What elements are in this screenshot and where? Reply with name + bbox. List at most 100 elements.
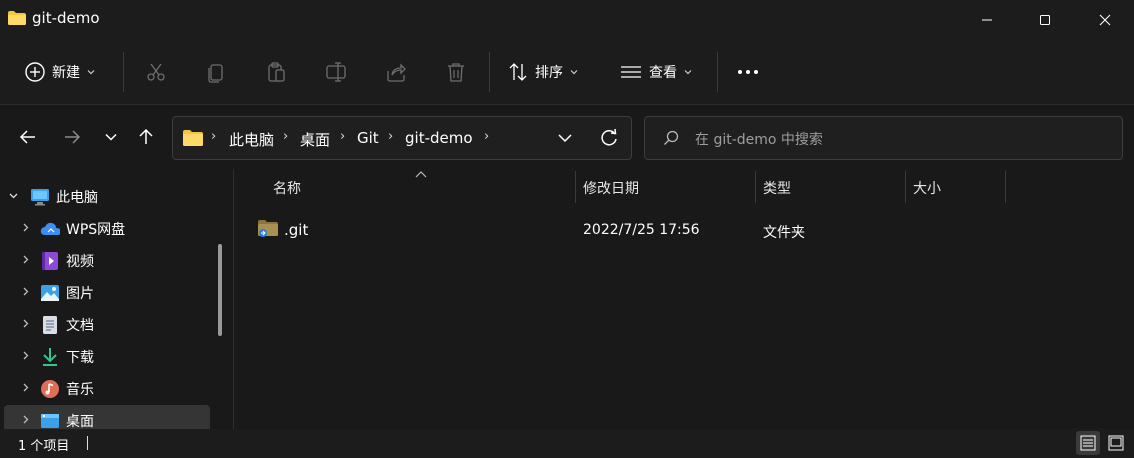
delete-button[interactable] (444, 60, 468, 84)
search-icon (664, 130, 679, 145)
share-button[interactable] (384, 60, 408, 84)
nav-item-videos[interactable]: 视频 (0, 245, 210, 277)
folder-icon (183, 130, 203, 146)
chevron-right-icon[interactable] (20, 318, 32, 332)
cloud-icon (40, 219, 60, 239)
forward-button[interactable] (60, 125, 84, 149)
nav-item-music[interactable]: 音乐 (0, 373, 210, 405)
details-view-icon (1080, 435, 1096, 451)
sort-label: 排序 (535, 65, 563, 81)
refresh-icon[interactable] (599, 128, 619, 148)
breadcrumb-separator: › (388, 129, 394, 144)
view-label: 查看 (649, 65, 677, 81)
column-header-name[interactable]: 名称 (273, 178, 301, 198)
breadcrumb-desktop[interactable]: 桌面 (300, 129, 330, 150)
nav-label: 文档 (66, 318, 94, 334)
pictures-icon (40, 283, 60, 303)
chevron-right-icon[interactable] (20, 350, 32, 364)
status-bar (0, 429, 1134, 458)
chevron-right-icon[interactable] (20, 222, 32, 236)
nav-label: 图片 (66, 286, 94, 302)
item-count: 1 个项目 (18, 439, 70, 454)
file-modified: 2022/7/25 17:56 (583, 222, 700, 238)
arrow-up-icon (139, 128, 153, 144)
expand-chevron-icon[interactable] (8, 190, 20, 204)
nav-label: 下载 (66, 350, 94, 366)
scissors-icon (147, 63, 165, 81)
breadcrumb-separator: › (340, 129, 346, 144)
large-icons-view-button[interactable] (1104, 431, 1128, 455)
column-header-size[interactable]: 大小 (913, 178, 941, 198)
toolbar-divider (489, 52, 490, 92)
hidden-folder-icon (258, 220, 278, 237)
rename-button[interactable] (324, 60, 348, 84)
toolbar-divider (717, 52, 718, 92)
trash-icon (448, 63, 464, 82)
pane-divider[interactable] (233, 169, 234, 429)
column-header-type[interactable]: 类型 (763, 178, 791, 198)
paste-icon (268, 62, 285, 82)
chevron-right-icon[interactable] (20, 414, 32, 428)
toolbar-divider (123, 52, 124, 92)
add-circle-icon (25, 62, 45, 82)
new-label: 新建 (52, 65, 80, 81)
cut-button[interactable] (144, 60, 168, 84)
breadcrumb-separator: › (211, 129, 217, 144)
column-separator[interactable] (1005, 171, 1006, 203)
music-icon (40, 379, 60, 399)
documents-icon (40, 315, 60, 335)
close-button[interactable] (1082, 0, 1128, 40)
chevron-right-icon[interactable] (20, 286, 32, 300)
column-header-modified[interactable]: 修改日期 (583, 178, 639, 198)
paste-button[interactable] (264, 60, 288, 84)
chevron-down-icon (570, 70, 578, 75)
copy-icon (208, 64, 223, 83)
chevron-down-icon[interactable] (557, 131, 573, 145)
breadcrumb-separator: › (283, 129, 289, 144)
chevron-right-icon[interactable] (20, 382, 32, 396)
nav-scrollbar[interactable] (218, 244, 222, 336)
minimize-icon (982, 19, 992, 21)
up-button[interactable] (134, 125, 158, 149)
nav-label: 音乐 (66, 382, 94, 398)
recent-locations-button[interactable] (99, 125, 123, 149)
copy-button[interactable] (204, 60, 228, 84)
search-box[interactable]: 在 git-demo 中搜索 (644, 116, 1123, 160)
breadcrumb-git-demo[interactable]: git-demo (405, 129, 473, 147)
maximize-icon (1040, 15, 1050, 25)
maximize-button[interactable] (1022, 0, 1068, 40)
nav-label: 视频 (66, 254, 94, 270)
more-icon (738, 70, 758, 74)
close-icon (1099, 14, 1111, 26)
column-separator[interactable] (575, 171, 576, 203)
breadcrumb-this-pc[interactable]: 此电脑 (229, 129, 274, 150)
file-type: 文件夹 (763, 225, 805, 241)
download-icon (40, 347, 60, 367)
nav-label: 桌面 (66, 414, 94, 430)
share-icon (387, 63, 406, 82)
breadcrumb-git[interactable]: Git (357, 129, 379, 147)
status-divider (87, 436, 88, 450)
details-view-button[interactable] (1076, 431, 1100, 455)
nav-label: WPS网盘 (66, 222, 126, 238)
new-button[interactable]: 新建 (24, 61, 96, 83)
nav-item-wps-cloud[interactable]: WPS网盘 (0, 213, 210, 245)
sort-button[interactable]: 排序 (507, 61, 579, 83)
list-view-icon (621, 66, 641, 78)
more-options-button[interactable] (736, 60, 760, 84)
column-separator[interactable] (905, 171, 906, 203)
window-title: git-demo (32, 9, 100, 27)
chevron-right-icon[interactable] (20, 254, 32, 268)
nav-item-this-pc[interactable]: 此电脑 (0, 181, 210, 213)
file-name: .git (284, 221, 309, 239)
arrow-left-icon (19, 130, 35, 144)
minimize-button[interactable] (964, 0, 1010, 40)
back-button[interactable] (16, 125, 40, 149)
nav-item-pictures[interactable]: 图片 (0, 277, 210, 309)
sort-ascending-icon (415, 170, 427, 181)
nav-item-documents[interactable]: 文档 (0, 309, 210, 341)
column-separator[interactable] (755, 171, 756, 203)
nav-item-downloads[interactable]: 下载 (0, 341, 210, 373)
address-bar[interactable]: › 此电脑 › 桌面 › Git › git-demo › (172, 116, 632, 160)
view-button[interactable]: 查看 (619, 61, 693, 83)
